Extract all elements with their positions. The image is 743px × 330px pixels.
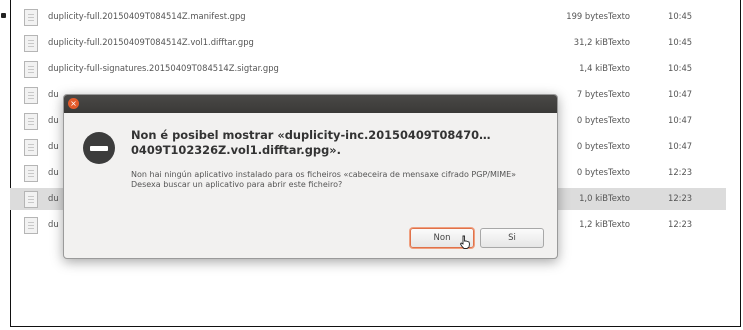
file-icon	[24, 139, 38, 156]
dialog-title: Non é posibel mostrar «duplicity-inc.201…	[131, 128, 491, 157]
file-icon	[24, 191, 38, 208]
file-size: 1,4 kiB	[579, 63, 608, 73]
file-size: 199 bytes	[566, 11, 608, 21]
file-time: 12:23	[668, 167, 693, 177]
file-row[interactable]: duplicity-full.20150409T084514Z.manifest…	[18, 6, 718, 28]
close-icon[interactable]: ×	[68, 98, 79, 109]
file-type: Texto	[608, 37, 631, 47]
file-type: Texto	[608, 219, 631, 229]
stop-icon	[83, 132, 115, 164]
file-time: 10:47	[668, 115, 693, 125]
file-time: 12:23	[668, 219, 693, 229]
file-time: 12:23	[668, 193, 693, 203]
dialog-question: Desexa buscar un aplicativo para abrir e…	[131, 180, 343, 189]
file-icon	[24, 217, 38, 234]
file-icon	[24, 9, 38, 26]
file-name: duplicity-full-signatures.20150409T08451…	[48, 63, 279, 73]
file-time: 10:47	[668, 89, 693, 99]
dialog-message-line: Non hai ningún aplicativo instalado para…	[131, 170, 517, 179]
file-type: Texto	[608, 115, 631, 125]
dialog-titlebar: ×	[64, 95, 557, 113]
file-type: Texto	[608, 167, 631, 177]
bullet-marker	[1, 13, 6, 18]
file-icon	[24, 35, 38, 52]
file-type: Texto	[608, 89, 631, 99]
yes-button[interactable]: Si	[480, 228, 544, 248]
dialog-message: Non hai ningún aplicativo instalado para…	[131, 170, 541, 190]
file-icon	[24, 61, 38, 78]
file-time: 10:45	[668, 37, 693, 47]
hand-cursor-icon	[459, 235, 470, 249]
file-time: 10:47	[668, 141, 693, 151]
file-row[interactable]: duplicity-full-signatures.20150409T08451…	[18, 58, 718, 80]
file-row[interactable]: duplicity-full.20150409T084514Z.vol1.dif…	[18, 32, 718, 54]
file-type: Texto	[608, 141, 631, 151]
file-name: duplicity-full.20150409T084514Z.manifest…	[48, 11, 246, 21]
error-dialog: × Non é posibel mostrar «duplicity-inc.2…	[63, 94, 558, 259]
file-time: 10:45	[668, 11, 693, 21]
file-time: 10:45	[668, 63, 693, 73]
file-type: Texto	[608, 63, 631, 73]
file-name: duplicity-full.20150409T084514Z.vol1.dif…	[48, 37, 254, 47]
file-icon	[24, 87, 38, 104]
file-icon	[24, 113, 38, 130]
file-size: 31,2 kiB	[573, 37, 608, 47]
file-type: Texto	[608, 193, 631, 203]
file-type: Texto	[608, 11, 631, 21]
file-icon	[24, 165, 38, 182]
